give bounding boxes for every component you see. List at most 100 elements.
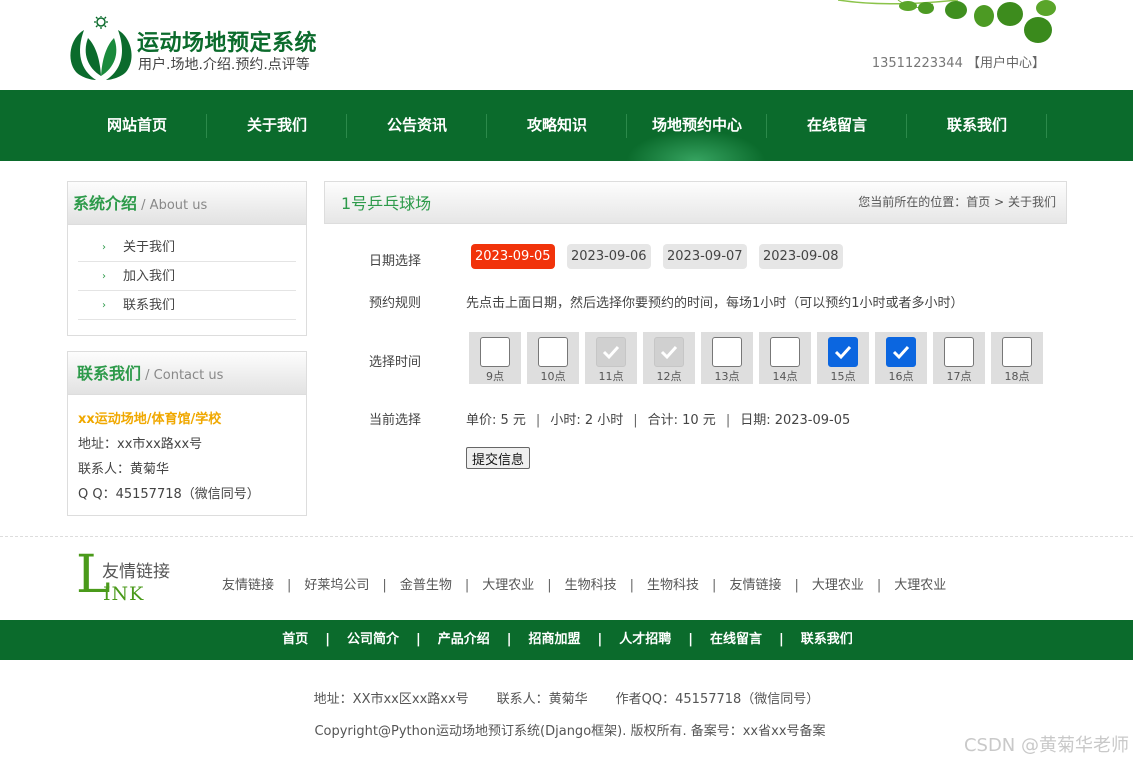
rule-text: 先点击上面日期，然后选择你要预约的时间，每场1小时（可以预约1小时或者多小时） xyxy=(466,296,964,311)
check-icon xyxy=(602,345,620,360)
nav-item-news[interactable]: 公告资讯 xyxy=(347,90,487,161)
time-slot[interactable]: 14点 xyxy=(759,332,811,384)
leaf-logo-icon xyxy=(70,16,132,80)
friend-links-logo: L 友情链接 INK xyxy=(76,545,186,607)
footer-link-messages[interactable]: 在线留言 xyxy=(710,632,762,647)
slot-label: 16点 xyxy=(888,370,914,383)
slot-checkbox[interactable] xyxy=(712,337,742,367)
selection-summary: 单价: 5 元 | 小时: 2 小时 | 合计: 10 元 | 日期: 2023-09-05 xyxy=(466,413,851,428)
footer-link-home[interactable]: 首页 xyxy=(282,632,308,647)
contact-person: 联系人：黄菊华 xyxy=(78,462,170,477)
sidebar-contact-header: 联系我们 / Contact us xyxy=(68,352,306,395)
time-slot[interactable]: 13点 xyxy=(701,332,753,384)
sidebar-item-contact[interactable]: › 联系我们 xyxy=(78,291,296,320)
breadcrumb: 您当前所在的位置：首页 > 关于我们 xyxy=(858,182,1056,223)
nav-items: 网站首页 关于我们 公告资讯 攻略知识 场地预约中心 在线留言 联系我们 xyxy=(67,90,1047,161)
date-label: 日期选择 xyxy=(369,254,422,269)
chevron-right-icon: › xyxy=(102,271,106,282)
slot-label: 15点 xyxy=(830,370,856,383)
friend-link[interactable]: 友情链接 xyxy=(222,578,274,593)
slot-checkbox-checked[interactable] xyxy=(828,337,858,367)
user-center-link[interactable]: 【用户中心】 xyxy=(967,56,1045,71)
nav-item-home[interactable]: 网站首页 xyxy=(67,90,207,161)
sidebar-item-label: 加入我们 xyxy=(123,269,176,284)
contact-address: 地址：xx市xx路xx号 xyxy=(78,437,203,452)
leaves-decoration-icon xyxy=(838,0,1056,43)
footer-person: 联系人：黄菊华 xyxy=(496,692,588,707)
time-slot[interactable]: 18点 xyxy=(991,332,1043,384)
nav-item-messages[interactable]: 在线留言 xyxy=(767,90,907,161)
footer-nav: 首页 | 公司简介 | 产品介绍 | 招商加盟 | 人才招聘 | 在线留言 | 联系我们 xyxy=(0,620,1133,660)
friend-link[interactable]: 大理农业 xyxy=(894,578,946,593)
sidebar-about-subtitle: About us xyxy=(149,198,208,213)
footer-link-franchise[interactable]: 招商加盟 xyxy=(528,632,580,647)
sidebar-contact-subtitle: Contact us xyxy=(153,368,224,383)
date-option[interactable]: 2023-09-07 xyxy=(663,244,747,269)
check-icon xyxy=(834,345,852,360)
friend-link[interactable]: 好莱坞公司 xyxy=(304,578,369,593)
time-slot[interactable]: 17点 xyxy=(933,332,985,384)
submit-button[interactable]: 提交信息 xyxy=(466,447,531,469)
friend-link[interactable]: 生物科技 xyxy=(565,578,617,593)
rule-label: 预约规则 xyxy=(369,296,422,311)
slot-checkbox[interactable] xyxy=(480,337,510,367)
friend-link[interactable]: 生物科技 xyxy=(647,578,699,593)
watermark: CSDN @黄菊华老师 xyxy=(963,735,1129,756)
site-header: 运动场地预定系统 用户.场地.介绍.预约.点评等 13511223344 【用户… xyxy=(0,0,1133,90)
slot-label: 18点 xyxy=(1004,370,1030,383)
time-slot-disabled: 12点 xyxy=(643,332,695,384)
footer-link-company[interactable]: 公司简介 xyxy=(347,632,399,647)
friend-link[interactable]: 友情链接 xyxy=(729,578,781,593)
sidebar-item-join[interactable]: › 加入我们 xyxy=(78,262,296,291)
nav-item-contact[interactable]: 联系我们 xyxy=(907,90,1047,161)
footer-info: 地址：XX市xx区xx路xx号 联系人：黄菊华 作者QQ：45157718（微信同号… xyxy=(0,688,1133,707)
friend-links-logo-ink: INK xyxy=(103,583,145,605)
date-option[interactable]: 2023-09-08 xyxy=(759,244,843,269)
friend-link[interactable]: 金普生物 xyxy=(400,578,452,593)
sidebar-item-label: 关于我们 xyxy=(123,240,176,255)
main-nav: 网站首页 关于我们 公告资讯 攻略知识 场地预约中心 在线留言 联系我们 xyxy=(0,90,1133,161)
summary-date: 日期: 2023-09-05 xyxy=(740,413,851,428)
summary-total: 合计: 10 元 xyxy=(647,413,716,428)
date-option-selected[interactable]: 2023-09-05 xyxy=(471,244,555,269)
footer-nav-items: 首页 | 公司简介 | 产品介绍 | 招商加盟 | 人才招聘 | 在线留言 | 联系我们 xyxy=(282,632,853,647)
slot-checkbox-disabled xyxy=(654,337,684,367)
contact-qq: Q Q：45157718（微信同号） xyxy=(78,487,260,502)
sidebar-item-about[interactable]: › 关于我们 xyxy=(78,233,296,262)
check-icon xyxy=(660,345,678,360)
summary-price: 单价: 5 元 xyxy=(466,413,526,428)
time-slot-checked[interactable]: 16点 xyxy=(875,332,927,384)
slot-checkbox[interactable] xyxy=(944,337,974,367)
slot-label: 13点 xyxy=(714,370,740,383)
nav-item-booking[interactable]: 场地预约中心 xyxy=(627,90,767,161)
site-title: 运动场地预定系统 xyxy=(137,31,318,56)
friend-link[interactable]: 大理农业 xyxy=(482,578,534,593)
date-option[interactable]: 2023-09-06 xyxy=(567,244,651,269)
time-slot[interactable]: 9点 xyxy=(469,332,521,384)
nav-item-guides[interactable]: 攻略知识 xyxy=(487,90,627,161)
time-slot[interactable]: 10点 xyxy=(527,332,579,384)
footer-link-contact[interactable]: 联系我们 xyxy=(801,632,853,647)
slot-checkbox-checked[interactable] xyxy=(886,337,916,367)
slot-checkbox[interactable] xyxy=(770,337,800,367)
slot-checkbox[interactable] xyxy=(1002,337,1032,367)
chevron-right-icon: › xyxy=(102,242,106,253)
friend-link[interactable]: 大理农业 xyxy=(812,578,864,593)
sidebar-contact-box: 联系我们 / Contact us xx运动场地/体育馆/学校 地址：xx市xx… xyxy=(67,351,307,516)
footer-link-products[interactable]: 产品介绍 xyxy=(438,632,490,647)
footer-link-careers[interactable]: 人才招聘 xyxy=(619,632,671,647)
time-slot-checked[interactable]: 15点 xyxy=(817,332,869,384)
time-slot-disabled: 11点 xyxy=(585,332,637,384)
nav-item-about[interactable]: 关于我们 xyxy=(207,90,347,161)
slot-label: 12点 xyxy=(656,370,682,383)
sidebar-contact-title: 联系我们 xyxy=(77,364,142,383)
sidebar-item-label: 联系我们 xyxy=(123,298,176,313)
slot-label: 10点 xyxy=(540,370,566,383)
slot-label: 9点 xyxy=(486,370,504,383)
divider xyxy=(0,536,1133,537)
chevron-right-icon: › xyxy=(102,300,106,311)
breadcrumb-home-link[interactable]: 首页 xyxy=(966,195,990,209)
current-selection-label: 当前选择 xyxy=(369,413,422,428)
footer-qq: 作者QQ：45157718（微信同号） xyxy=(615,692,820,707)
slot-checkbox[interactable] xyxy=(538,337,568,367)
